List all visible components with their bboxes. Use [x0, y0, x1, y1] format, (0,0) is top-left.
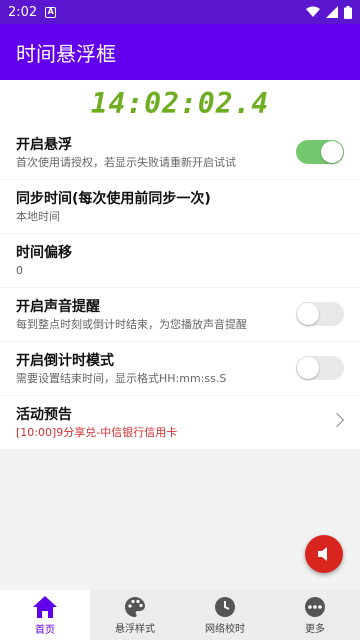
clock-display: 14:02:02.4 [90, 86, 270, 120]
nav-label: 网络校时 [205, 623, 245, 635]
battery-icon [344, 5, 352, 19]
float-switch[interactable] [296, 140, 344, 164]
wifi-icon [306, 6, 320, 17]
setting-sync-time[interactable]: 同步时间(每次使用前同步一次) 本地时间 [0, 180, 360, 233]
more-icon [305, 596, 325, 617]
setting-countdown-mode[interactable]: 开启倒计时模式 需要设置结束时间，显示格式HH:mm:ss.S [0, 342, 360, 395]
setting-sound-reminder[interactable]: 开启声音提醒 每到整点时刻或倒计时结束，为您播放声音提醒 [0, 288, 360, 341]
countdown-switch[interactable] [296, 356, 344, 380]
setting-title: 活动预告 [16, 406, 72, 423]
notification-icon: A [45, 6, 57, 18]
status-icons [306, 5, 352, 19]
sound-fab-button[interactable] [305, 535, 343, 573]
nav-float-style[interactable]: 悬浮样式 [90, 590, 180, 640]
setting-subtitle: 本地时间 [16, 209, 60, 223]
nav-label: 首页 [35, 624, 55, 636]
palette-icon [125, 596, 145, 617]
setting-title: 同步时间(每次使用前同步一次) [16, 190, 211, 207]
setting-subtitle: [10:00]9分享兑-中信银行信用卡 [16, 425, 178, 439]
app-title: 时间悬浮框 [16, 41, 116, 66]
sound-switch[interactable] [296, 302, 344, 326]
switch-knob [321, 141, 343, 163]
switch-knob [297, 303, 319, 325]
nav-more[interactable]: 更多 [270, 590, 360, 640]
status-time: 2:02 [8, 4, 38, 20]
setting-float-toggle[interactable]: 开启悬浮 首次使用请授权，若显示失败请重新开启试试 [0, 126, 360, 179]
app-bar: 时间悬浮框 [0, 24, 360, 80]
nav-label: 更多 [305, 623, 325, 635]
nav-label: 悬浮样式 [115, 623, 155, 635]
status-bar: 2:02 A [0, 0, 360, 24]
nav-home[interactable]: 首页 [0, 590, 90, 640]
setting-time-offset[interactable]: 时间偏移 0 [0, 234, 360, 287]
clock-panel: 14:02:02.4 [0, 80, 360, 126]
setting-subtitle: 0 [16, 263, 23, 277]
speaker-icon [318, 547, 327, 561]
switch-knob [297, 357, 319, 379]
setting-title: 时间偏移 [16, 244, 72, 261]
home-icon [33, 595, 57, 618]
signal-icon [326, 6, 338, 18]
clock-icon [215, 596, 235, 617]
bottom-nav: 首页 悬浮样式 网络校时 更多 [0, 590, 360, 640]
nav-network-time[interactable]: 网络校时 [180, 590, 270, 640]
settings-list: 开启悬浮 首次使用请授权，若显示失败请重新开启试试 同步时间(每次使用前同步一次… [0, 126, 360, 450]
setting-activity-preview[interactable]: 活动预告 [10:00]9分享兑-中信银行信用卡 [0, 396, 360, 449]
